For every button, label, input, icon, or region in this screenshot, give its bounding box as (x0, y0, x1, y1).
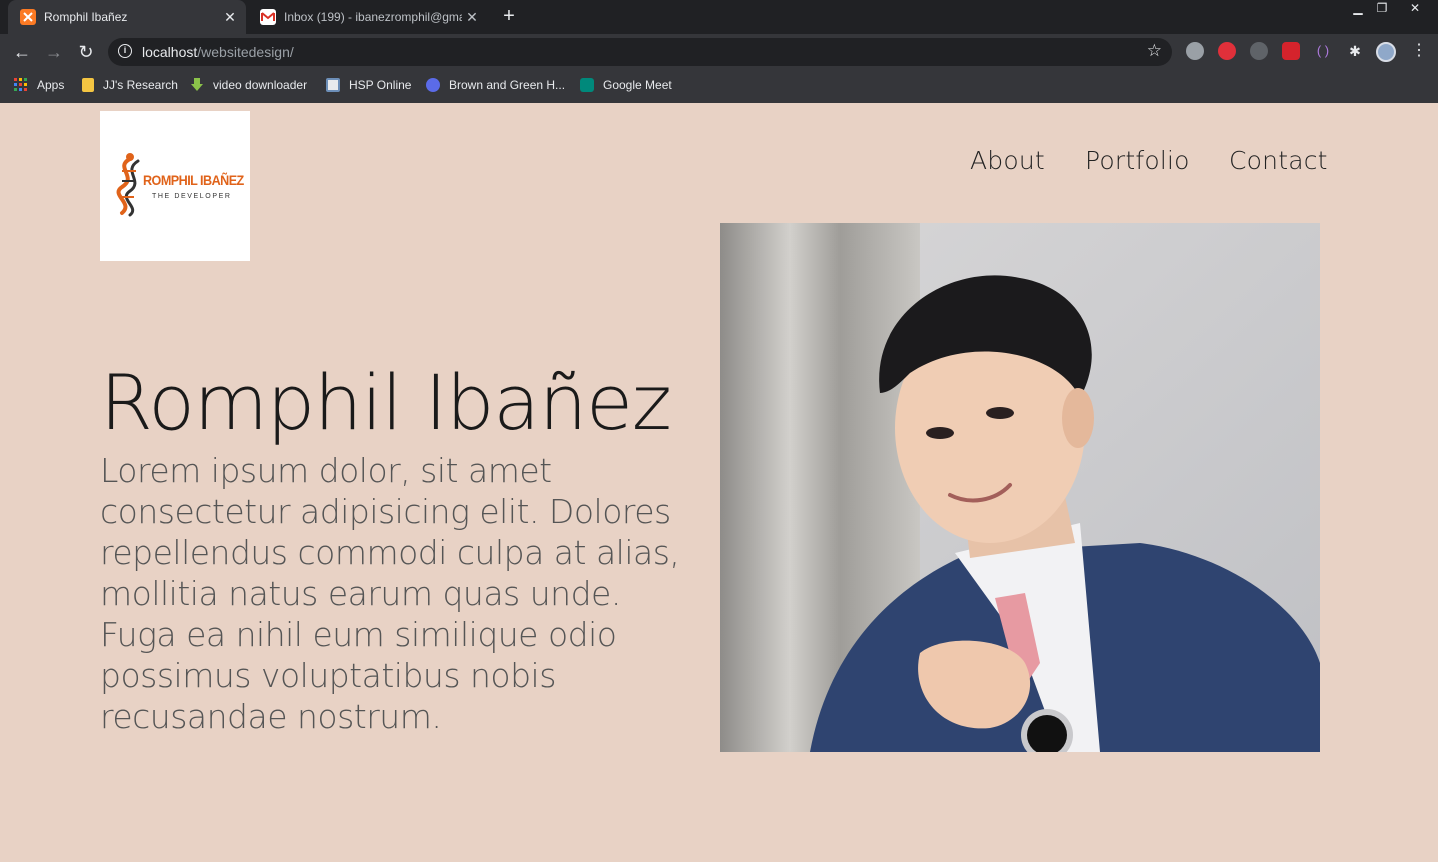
browser-chrome: Romphil Ibañez ✕ Inbox (199) - ibanezrom… (0, 0, 1438, 103)
bookmark-video-downloader[interactable]: video downloader (190, 76, 307, 94)
tab-inbox[interactable]: Inbox (199) - ibanezromphil@gmail.com ✕ (250, 0, 486, 34)
hsp-icon (326, 78, 340, 92)
canva-icon (426, 78, 440, 92)
logo-name: ROMPHIL IBAÑEZ (143, 172, 244, 188)
tab-strip: Romphil Ibañez ✕ Inbox (199) - ibanezrom… (0, 0, 1438, 34)
google-meet-icon (580, 78, 594, 92)
forward-icon[interactable]: → (42, 40, 66, 64)
apps-grid-icon (14, 78, 28, 92)
url-text: localhost/websitedesign/ (142, 44, 294, 60)
back-icon[interactable]: ← (10, 40, 34, 64)
extension-brackets-icon[interactable]: ( ) (1314, 42, 1332, 60)
gmail-icon (260, 9, 276, 25)
profile-avatar[interactable] (1376, 42, 1396, 62)
profile-photo (720, 223, 1320, 752)
url-host: localhost (142, 44, 198, 60)
bookmark-label: HSP Online (349, 78, 412, 92)
bookmark-label: Google Meet (603, 78, 672, 92)
extensions-puzzle-icon[interactable]: ✱ (1346, 42, 1364, 60)
tab-title: Romphil Ibañez (44, 10, 128, 24)
hero-name: Romphil Ibañez (100, 358, 672, 447)
reload-icon[interactable]: ↻ (74, 40, 98, 64)
new-tab-button[interactable]: + (498, 6, 520, 28)
xampp-icon (20, 9, 36, 25)
extension-red-icon[interactable] (1218, 42, 1236, 60)
bookmark-star-icon[interactable]: ☆ (1147, 41, 1162, 61)
folder-icon (82, 78, 94, 92)
toolbar: ← → ↻ i localhost/websitedesign/ ☆ ( ) ✱… (0, 34, 1438, 70)
info-icon[interactable]: i (118, 44, 132, 58)
bookmark-label: Brown and Green H... (449, 78, 566, 92)
menu-kebab-icon[interactable]: ⋮ (1410, 42, 1428, 60)
close-icon[interactable]: ✕ (222, 9, 238, 25)
bookmark-hsp-online[interactable]: HSP Online (326, 76, 411, 94)
address-bar[interactable]: i localhost/websitedesign/ ☆ (108, 38, 1172, 66)
bookmark-jjs-research[interactable]: JJ's Research (82, 76, 178, 94)
bookmark-label: Apps (37, 78, 65, 92)
url-path: /websitedesign/ (197, 44, 294, 60)
extension-globe-icon[interactable] (1186, 42, 1204, 60)
hero-description: Lorem ipsum dolor, sit amet consectetur … (100, 451, 680, 736)
bookmarks-bar: Apps JJ's Research video downloader HSP … (0, 70, 1438, 100)
logo-tagline: THE DEVELOPER (152, 193, 232, 200)
nav-portfolio-link[interactable]: Portfolio (1085, 146, 1190, 175)
bookmark-label: video downloader (213, 78, 308, 92)
download-arrow-icon (190, 78, 204, 92)
bookmark-apps[interactable]: Apps (14, 76, 64, 94)
site-logo[interactable]: ROMPHIL IBAÑEZ THE DEVELOPER (100, 111, 250, 261)
nav-contact-link[interactable]: Contact (1229, 146, 1328, 175)
close-icon[interactable]: ✕ (464, 9, 480, 25)
window-close-button[interactable]: ✕ (1392, 0, 1438, 18)
bookmark-google-meet[interactable]: Google Meet (580, 76, 672, 94)
extension-hand-icon[interactable] (1282, 42, 1300, 60)
bookmark-brown-and-green[interactable]: Brown and Green H... (426, 76, 565, 94)
bookmark-label: JJ's Research (103, 78, 178, 92)
dark-mode-moon-icon[interactable] (1250, 42, 1268, 60)
tab-romphil[interactable]: Romphil Ibañez ✕ (8, 0, 246, 34)
tab-title: Inbox (199) - ibanezromphil@gmail.com (284, 10, 462, 24)
nav-about-link[interactable]: About (970, 146, 1045, 175)
